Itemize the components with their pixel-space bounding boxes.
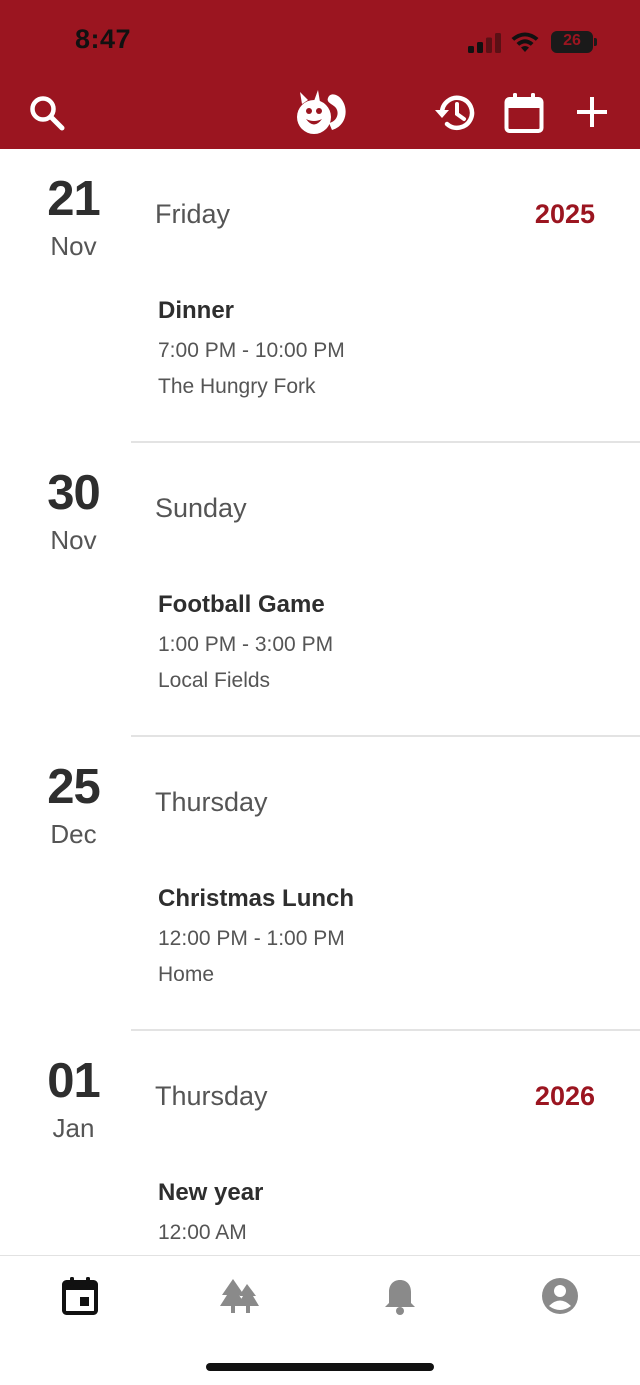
trees-tab-icon[interactable] [219, 1276, 261, 1316]
battery-icon: 26 [551, 31, 597, 53]
day-number: 01 [47, 1054, 101, 1108]
agenda-list[interactable]: 21 Nov Friday 2025 Dinner 7:00 PM - 10:0… [0, 149, 640, 1255]
app-header: 8:47 26 [0, 0, 640, 149]
event-time: 12:00 PM - 1:00 PM [158, 927, 345, 950]
event-location: The Hungry Fork [158, 375, 316, 398]
calendar-icon[interactable] [504, 92, 544, 134]
day-number: 25 [47, 760, 101, 814]
home-indicator [206, 1363, 434, 1371]
year-label: 2026 [534, 1081, 595, 1111]
status-time: 8:47 [75, 24, 132, 54]
wifi-icon [510, 30, 540, 54]
weekday-label: Thursday [155, 1081, 268, 1111]
weekday-label: Friday [155, 199, 231, 229]
weekday-label: Sunday [155, 493, 247, 523]
event-time: 7:00 PM - 10:00 PM [158, 339, 345, 362]
weekday-label: Thursday [155, 787, 268, 817]
event-location: Home [158, 963, 215, 986]
cellular-signal-icon [468, 33, 502, 53]
add-icon[interactable] [576, 96, 608, 128]
event-title: New year [158, 1179, 264, 1206]
battery-level: 26 [563, 32, 581, 49]
event-time: 1:00 PM - 3:00 PM [158, 633, 334, 656]
squirrel-logo-icon [292, 86, 350, 138]
day-number: 21 [47, 172, 101, 226]
day-number: 30 [47, 466, 101, 520]
day-month: Nov [50, 231, 97, 261]
day-month: Jan [52, 1113, 95, 1143]
bell-tab-icon[interactable] [380, 1276, 420, 1316]
event-title: Dinner [158, 297, 235, 324]
year-label: 2025 [534, 199, 595, 229]
calendar-tab-icon[interactable] [60, 1276, 100, 1316]
event-title: Football Game [158, 591, 325, 618]
day-group: 25 Dec Thursday Christmas Lunch 12:00 PM… [0, 737, 640, 1031]
event-location: Local Fields [158, 669, 271, 692]
bottom-nav [0, 1255, 640, 1385]
day-month: Dec [50, 819, 97, 849]
day-group: 21 Nov Friday 2025 Dinner 7:00 PM - 10:0… [0, 149, 640, 443]
search-icon[interactable] [28, 94, 66, 132]
history-icon[interactable] [433, 92, 477, 134]
day-group: 30 Nov Sunday Football Game 1:00 PM - 3:… [0, 443, 640, 737]
profile-tab-icon[interactable] [540, 1276, 580, 1316]
event-time: 12:00 AM [158, 1221, 247, 1244]
day-group: 01 Jan Thursday 2026 New year 12:00 AM [0, 1031, 640, 1255]
day-month: Nov [50, 525, 97, 555]
event-title: Christmas Lunch [158, 885, 355, 912]
